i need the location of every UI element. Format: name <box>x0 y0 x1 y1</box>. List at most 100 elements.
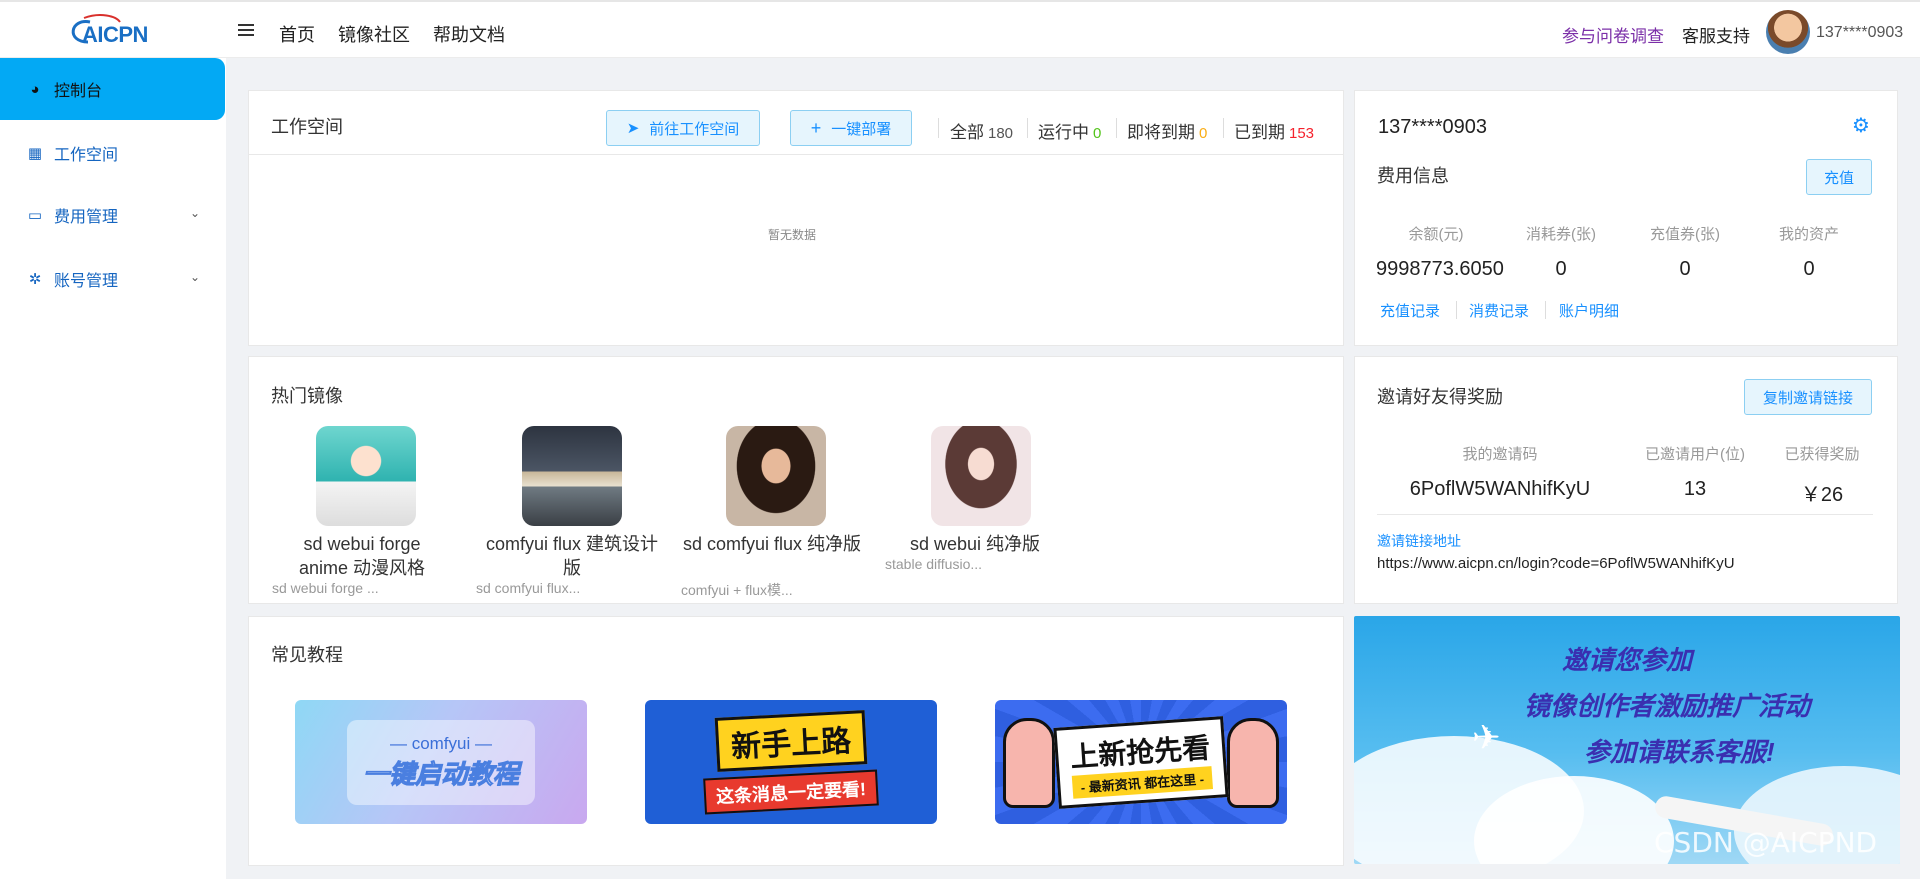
sidebar-item-dashboard[interactable]: ◕ 控制台 <box>0 58 225 120</box>
hot-images-title: 热门镜像 <box>271 386 343 406</box>
banner-subtitle: — comfyui — <box>389 733 492 753</box>
divider <box>1456 301 1457 319</box>
username-label[interactable]: 137****0903 <box>1816 24 1903 42</box>
send-icon: ➤ <box>626 120 640 137</box>
stat-all[interactable]: 全部 180 <box>950 118 1013 143</box>
banner-title: 一键启动教程 <box>362 758 519 789</box>
stat-label: 即将到期 <box>1127 123 1195 142</box>
tutorial-banner-comfyui[interactable]: — comfyui — 一键启动教程 <box>295 700 587 824</box>
survey-link[interactable]: 参与问卷调查 <box>1562 22 1664 47</box>
top-bar: AICPN 首页 镜像社区 帮助文档 参与问卷调查 客服支持 137****09… <box>0 0 1920 58</box>
image-description: stable diffusio... <box>885 556 983 572</box>
goto-workspace-label: 前往工作空间 <box>649 120 740 138</box>
banner-panel: 新手上路 这条消息一定要看! <box>703 710 879 815</box>
tutorial-banner-newbie[interactable]: 新手上路 这条消息一定要看! <box>645 700 937 824</box>
consume-coupon-header: 消耗券(张) <box>1526 226 1596 243</box>
invite-code-header: 我的邀请码 <box>1462 446 1538 463</box>
image-thumbnail[interactable] <box>931 426 1031 526</box>
invite-link-label: 邀请链接地址 <box>1377 533 1461 549</box>
stat-value: 0 <box>1199 125 1208 142</box>
stat-expiring[interactable]: 即将到期 0 <box>1127 118 1207 143</box>
account-details-link[interactable]: 账户明细 <box>1559 300 1619 321</box>
recharge-button[interactable]: 充值 <box>1806 159 1872 195</box>
dashboard-icon: ◕ <box>30 80 40 98</box>
left-hand-icon <box>1003 718 1055 808</box>
stat-label: 全部 <box>950 123 984 142</box>
tutorial-banner-new-release[interactable]: 上新抢先看 - 最新资讯 都在这里 - <box>995 700 1287 824</box>
recharge-history-link[interactable]: 充值记录 <box>1380 300 1440 321</box>
gear-icon: ✲ <box>28 271 42 288</box>
sidebar-item-workspace[interactable]: ▦ 工作空间 <box>0 122 226 184</box>
assets-header: 我的资产 <box>1778 226 1839 243</box>
promo-banner[interactable]: ✈ 邀请您参加 镜像创作者激励推广活动 参加请联系客服! CSDN @AICPN… <box>1354 616 1900 864</box>
nav-help-docs[interactable]: 帮助文档 <box>433 21 505 47</box>
empty-state-text: 暂无数据 <box>768 228 817 242</box>
menu-toggle-icon[interactable] <box>238 24 254 38</box>
logo-text[interactable]: AICPN <box>82 22 148 48</box>
right-hand-icon <box>1227 718 1279 808</box>
stat-running[interactable]: 运行中 0 <box>1038 118 1101 143</box>
billing-icon: ▭ <box>27 207 43 224</box>
image-name[interactable]: sd comfyui flux 纯净版 <box>680 532 864 556</box>
banner-panel: 上新抢先看 - 最新资讯 都在这里 - <box>1053 715 1229 809</box>
fee-info-title: 费用信息 <box>1377 166 1449 186</box>
sidebar-item-billing[interactable]: ▭ 费用管理 ⌄ <box>0 184 226 246</box>
rewards-value: ￥26 <box>1800 484 1844 506</box>
main-nav: 首页 镜像社区 帮助文档 <box>279 21 528 47</box>
watermark-text: CSDN @AICPND <box>1654 826 1878 859</box>
recharge-label: 充值 <box>1823 169 1854 187</box>
support-link[interactable]: 客服支持 <box>1682 22 1750 47</box>
sidebar-item-label: 工作空间 <box>54 147 119 164</box>
recharge-coupon-header: 充值券(张) <box>1650 226 1720 243</box>
copy-invite-link-button[interactable]: 复制邀请链接 <box>1744 379 1872 415</box>
image-thumbnail[interactable] <box>522 426 622 526</box>
banner-subtitle: 这条消息一定要看! <box>703 769 879 815</box>
settings-gear-icon[interactable]: ⚙ <box>1852 116 1872 136</box>
nav-home[interactable]: 首页 <box>279 21 315 47</box>
image-description: sd comfyui flux... <box>476 580 581 596</box>
stat-value: 0 <box>1093 125 1102 142</box>
image-name[interactable]: sd webui 纯净版 <box>900 532 1050 556</box>
banner-panel: — comfyui — 一键启动教程 <box>346 719 535 805</box>
stat-label: 已到期 <box>1234 123 1285 142</box>
banner-title: 新手上路 <box>714 710 868 772</box>
one-click-deploy-button[interactable]: + 一键部署 <box>790 110 912 146</box>
goto-workspace-button[interactable]: ➤ 前往工作空间 <box>606 110 760 146</box>
sidebar-item-account[interactable]: ✲ 账号管理 ⌄ <box>0 248 226 310</box>
stat-value: 180 <box>988 125 1014 142</box>
promo-line-3: 参加请联系客服! <box>1584 737 1775 767</box>
nav-image-community[interactable]: 镜像社区 <box>338 21 410 47</box>
consumption-history-link[interactable]: 消费记录 <box>1469 300 1529 321</box>
balance-value: 9998773.6050 <box>1376 258 1504 280</box>
paper-plane-icon: ✈ <box>1472 719 1501 757</box>
divider <box>1223 118 1224 138</box>
invited-users-header: 已邀请用户(位) <box>1645 446 1745 463</box>
divider <box>938 118 939 138</box>
balance-header: 余额(元) <box>1408 226 1464 243</box>
promo-line-2: 镜像创作者激励推广活动 <box>1524 691 1811 721</box>
stat-expired[interactable]: 已到期 153 <box>1234 118 1314 143</box>
invited-users-value: 13 <box>1683 478 1707 500</box>
invite-link-url[interactable]: https://www.aicpn.cn/login?code=6PoflW5W… <box>1377 555 1735 572</box>
chevron-down-icon: ⌄ <box>189 206 200 220</box>
image-thumbnail[interactable] <box>726 426 826 526</box>
account-phone: 137****0903 <box>1378 116 1487 138</box>
divider <box>1377 514 1873 515</box>
cubes-icon: ▦ <box>27 145 43 162</box>
invite-code-value: 6PoflW5WANhifKyU <box>1409 478 1591 500</box>
divider <box>1545 301 1546 319</box>
sidebar-item-label: 控制台 <box>54 83 103 100</box>
image-name[interactable]: sd webui forge anime 动漫风格 <box>282 532 442 580</box>
deploy-label: 一键部署 <box>831 120 892 138</box>
avatar[interactable] <box>1766 10 1810 54</box>
divider <box>1027 118 1028 138</box>
tutorials-title: 常见教程 <box>271 645 343 665</box>
recharge-coupon-value: 0 <box>1679 258 1691 280</box>
image-name[interactable]: comfyui flux 建筑设计版 <box>480 532 664 580</box>
workspace-title: 工作空间 <box>271 117 343 137</box>
image-thumbnail[interactable] <box>316 426 416 526</box>
consume-coupon-value: 0 <box>1555 258 1567 280</box>
image-description: sd webui forge ... <box>272 580 379 596</box>
divider <box>1116 118 1117 138</box>
rewards-header: 已获得奖励 <box>1784 446 1860 463</box>
